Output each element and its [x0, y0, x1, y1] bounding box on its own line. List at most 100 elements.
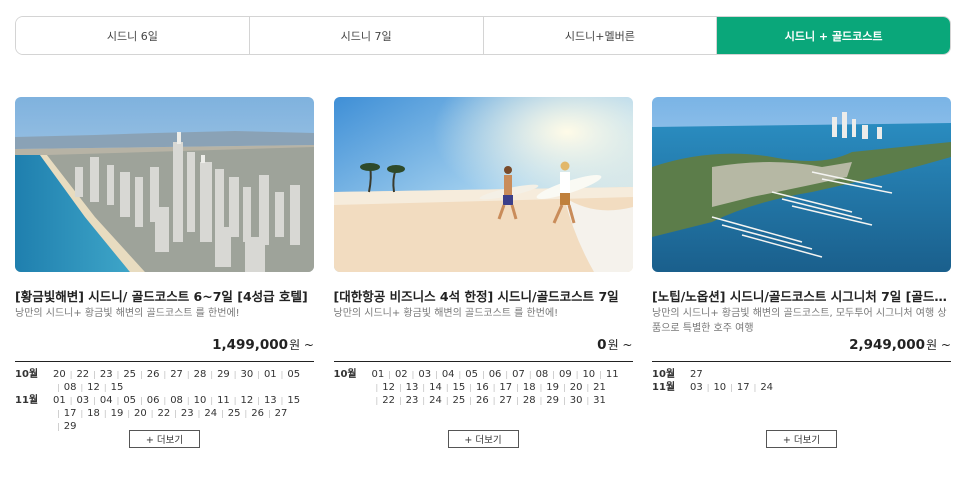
departure-day[interactable]: 31 [582, 394, 606, 407]
departure-day[interactable]: 11 [206, 394, 230, 407]
departure-day[interactable]: 05 [277, 368, 300, 381]
product-title[interactable]: [황금빛해변] 시드니/ 골드코스트 6~7일 [4성급 호텔] [15, 286, 314, 303]
product-card[interactable]: [노팁/노옵션] 시드니/골드코스트 시그니처 7일 [골드코스트 시그니처] … [652, 97, 951, 457]
departure-day[interactable]: 27 [690, 368, 703, 381]
departure-day[interactable]: 30 [559, 394, 583, 407]
departure-day[interactable]: 13 [395, 381, 419, 394]
departure-day[interactable]: 22 [372, 394, 395, 407]
departure-day[interactable]: 22 [147, 407, 170, 420]
departure-day[interactable]: 24 [194, 407, 217, 420]
departure-day[interactable]: 13 [253, 394, 277, 407]
departure-day[interactable]: 23 [395, 394, 419, 407]
departure-day[interactable]: 29 [536, 394, 559, 407]
departure-dates: 10월 27 11월 03101724 [652, 368, 951, 394]
product-image[interactable] [333, 97, 633, 272]
departure-day[interactable]: 26 [241, 407, 264, 420]
tab-sydney-6-days[interactable]: 시드니 6일 [16, 17, 250, 54]
departure-day[interactable]: 26 [465, 394, 489, 407]
departure-day[interactable]: 24 [750, 381, 773, 394]
surfers-beach-image [333, 97, 633, 272]
product-card[interactable]: [대한항공 비즈니스 4석 한정] 시드니/골드코스트 7일 낭만의 시드니+ … [333, 97, 633, 457]
departure-day[interactable]: 29 [53, 420, 77, 433]
departure-day[interactable]: 01 [253, 368, 277, 381]
departure-day[interactable]: 15 [442, 381, 466, 394]
departure-day[interactable]: 12 [76, 381, 100, 394]
month-row: 11월0103040506081011121315171819202223242… [15, 394, 314, 433]
departure-day[interactable]: 21 [582, 381, 606, 394]
departure-dates: 10월 0102030405060708091011 121314151617181… [334, 368, 633, 407]
departure-day[interactable]: 25 [113, 368, 136, 381]
departure-day[interactable]: 16 [465, 381, 489, 394]
product-price: 2,949,000원 ~ [849, 336, 951, 353]
departure-day[interactable]: 04 [89, 394, 113, 407]
departure-day[interactable]: 17 [489, 381, 512, 394]
more-button[interactable]: + 더보기 [129, 430, 200, 448]
price-value: 1,499,000 [212, 337, 289, 353]
more-button[interactable]: + 더보기 [447, 430, 519, 448]
departure-day[interactable]: 30 [230, 368, 254, 381]
departure-day[interactable]: 08 [525, 368, 549, 381]
departure-day[interactable]: 07 [501, 368, 525, 381]
departure-day[interactable]: 03 [690, 381, 703, 394]
departure-day[interactable]: 20 [123, 407, 147, 420]
product-card[interactable]: [황금빛해변] 시드니/ 골드코스트 6~7일 [4성급 호텔] 낭만의 시드니… [15, 97, 314, 457]
departure-day[interactable]: 12 [372, 381, 395, 394]
departure-day[interactable]: 10 [572, 368, 595, 381]
departure-day[interactable]: 15 [277, 394, 300, 407]
departure-day[interactable]: 28 [183, 368, 207, 381]
departure-day[interactable]: 01 [53, 394, 66, 407]
departure-day[interactable]: 25 [217, 407, 241, 420]
departure-day[interactable]: 05 [455, 368, 478, 381]
product-image[interactable] [652, 97, 951, 272]
departure-day[interactable]: 28 [512, 394, 536, 407]
departure-day[interactable]: 25 [442, 394, 466, 407]
departure-day[interactable]: 04 [431, 368, 455, 381]
departure-day[interactable]: 17 [53, 407, 77, 420]
departure-day[interactable]: 03 [408, 368, 431, 381]
departure-day[interactable]: 24 [418, 394, 442, 407]
tab-sydney-melbourne[interactable]: 시드니+멜버른 [483, 17, 718, 54]
departure-day[interactable]: 27 [264, 407, 288, 420]
more-button[interactable]: + 더보기 [766, 430, 837, 448]
departure-day[interactable]: 12 [230, 394, 254, 407]
departure-day[interactable]: 20 [559, 381, 583, 394]
departure-day[interactable]: 23 [170, 407, 194, 420]
departure-day[interactable]: 06 [478, 368, 502, 381]
departure-day[interactable]: 02 [384, 368, 408, 381]
departure-day[interactable]: 05 [113, 394, 136, 407]
departure-day[interactable]: 27 [489, 394, 512, 407]
departure-day[interactable]: 09 [548, 368, 572, 381]
departure-day[interactable]: 19 [100, 407, 124, 420]
product-image[interactable] [15, 97, 314, 272]
departure-day[interactable]: 18 [512, 381, 536, 394]
product-title[interactable]: [대한항공 비즈니스 4석 한정] 시드니/골드코스트 7일 [334, 286, 633, 303]
departure-day[interactable]: 08 [53, 381, 77, 394]
departure-day[interactable]: 01 [372, 368, 385, 381]
product-title[interactable]: [노팁/노옵션] 시드니/골드코스트 시그니처 7일 [골드코스트 시그니처] [652, 286, 951, 303]
departure-day[interactable]: 03 [66, 394, 89, 407]
month-row: 10월 27 [652, 368, 951, 381]
departure-day[interactable]: 11 [595, 368, 619, 381]
departure-day[interactable]: 08 [159, 394, 183, 407]
tab-sydney-gold-coast[interactable]: 시드니 + 골드코스트 [717, 17, 950, 54]
month-label: 10월 [333, 369, 357, 380]
departure-day[interactable]: 20 [53, 368, 66, 381]
departure-day[interactable]: 19 [536, 381, 559, 394]
departure-day[interactable]: 14 [418, 381, 442, 394]
price-unit: 원 ~ [289, 338, 314, 352]
month-row: 10월 0102030405060708091011 121314151617181… [334, 368, 633, 407]
departure-day[interactable]: 18 [76, 407, 100, 420]
departure-day[interactable]: 23 [89, 368, 113, 381]
tab-sydney-7-days[interactable]: 시드니 7일 [249, 17, 484, 54]
departure-day[interactable]: 27 [159, 368, 183, 381]
departure-day[interactable]: 22 [66, 368, 89, 381]
departure-day[interactable]: 26 [136, 368, 160, 381]
departure-day[interactable]: 10 [183, 394, 207, 407]
product-description: 낭만의 시드니+ 황금빛 해변의 골드코스트, 모두투어 시그니처 여행 상품으… [652, 308, 947, 334]
departure-day[interactable]: 06 [136, 394, 160, 407]
gold-coast-marina-image [652, 97, 951, 272]
departure-day[interactable]: 17 [726, 381, 750, 394]
departure-day[interactable]: 29 [206, 368, 230, 381]
departure-day[interactable]: 15 [100, 381, 124, 394]
departure-day[interactable]: 10 [703, 381, 726, 394]
